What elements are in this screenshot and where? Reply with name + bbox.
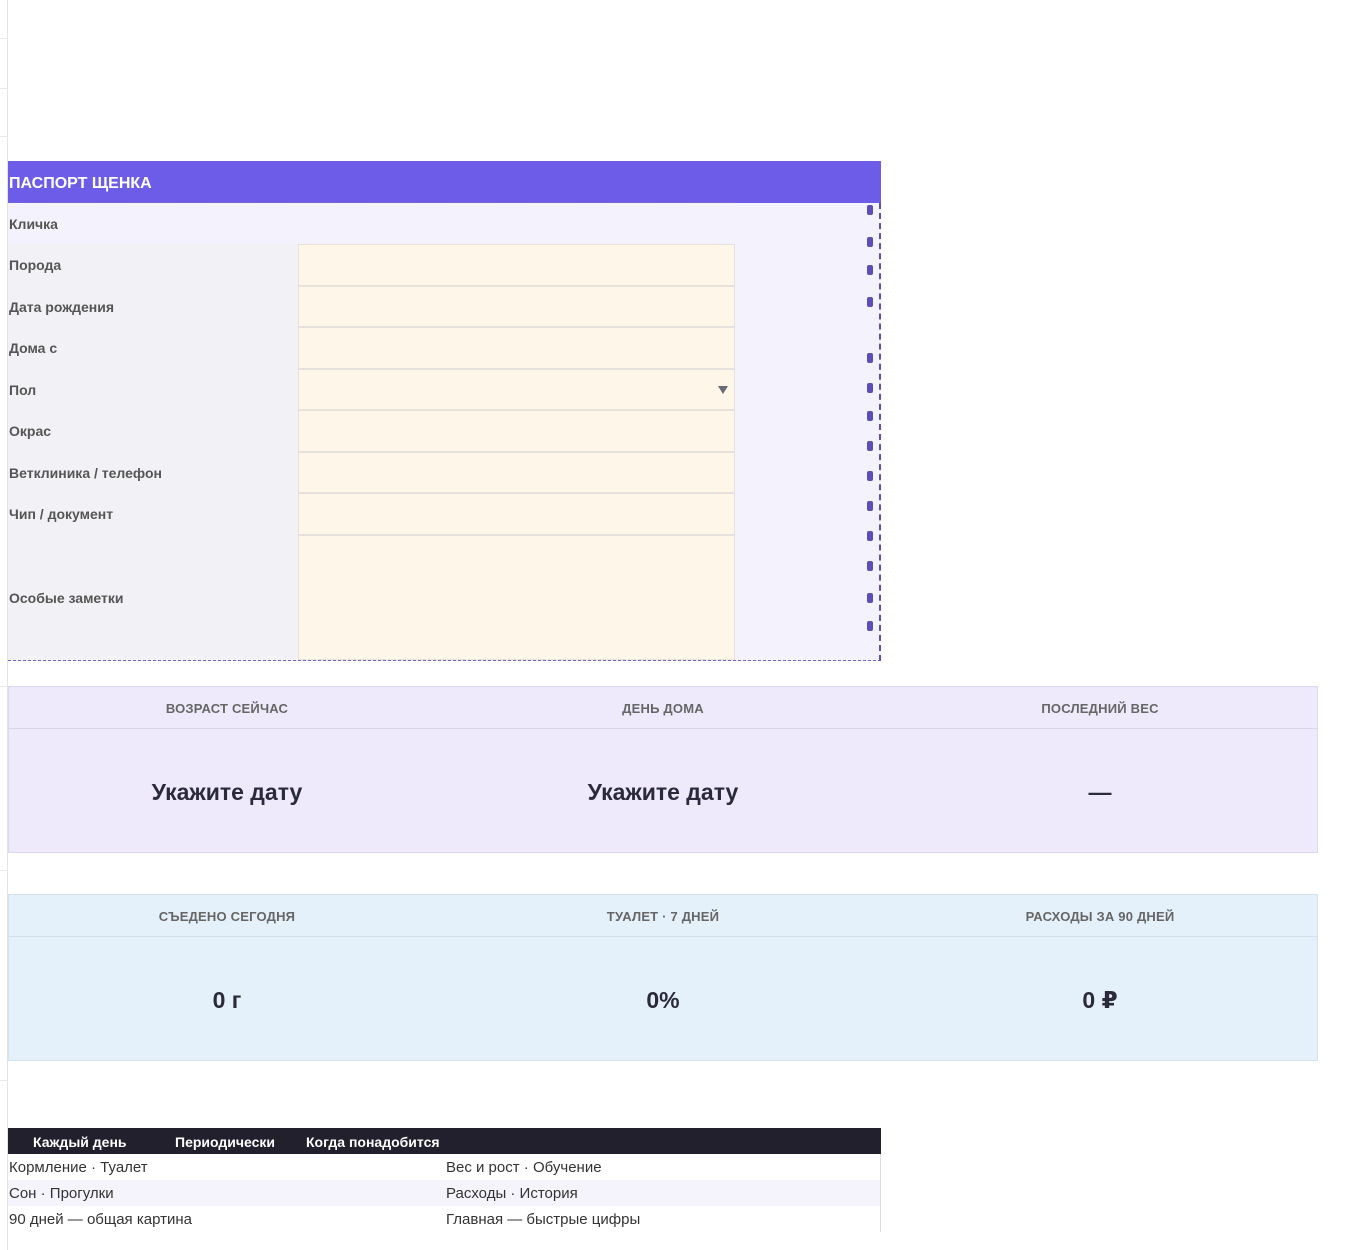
- navigation-table: Каждый день Периодически Когда понадобит…: [8, 1128, 881, 1232]
- kpi-value-toilet-7d: 0%: [646, 987, 680, 1013]
- clipped-side-text: [865, 205, 877, 660]
- kpi-label-eaten-today: СЪЕДЕНО СЕГОДНЯ: [158, 909, 296, 924]
- field-label-vet: Ветклиника / телефон: [8, 452, 298, 493]
- kpi-panel-daily: СЪЕДЕНО СЕГОДНЯ ТУАЛЕТ · 7 ДНЕЙ РАСХОДЫ …: [8, 894, 1318, 1061]
- row-gutter: [0, 0, 8, 1250]
- gutter-line: [0, 136, 8, 137]
- gutter-line: [0, 1080, 8, 1081]
- passport-title: ПАСПОРТ ЩЕНКА: [8, 161, 881, 203]
- kpi-label-day-home: ДЕНЬ ДОМА: [622, 701, 704, 716]
- field-label-home-since: Дома с: [8, 327, 298, 369]
- field-label-breed: Порода: [8, 244, 298, 286]
- passport-body: Кличка Порода Дата рождения Дома с Пол О…: [8, 202, 881, 661]
- vet-input[interactable]: [298, 452, 735, 493]
- kpi-label-expenses-90d: РАСХОДЫ ЗА 90 ДНЕЙ: [1025, 909, 1175, 924]
- field-label-notes: Особые заметки: [8, 535, 298, 660]
- chip-input[interactable]: [298, 493, 735, 535]
- field-row-chip: Чип / документ: [8, 493, 735, 535]
- breed-input[interactable]: [298, 244, 735, 286]
- nav-link-sleep-walks[interactable]: Сон · Прогулки: [9, 1180, 114, 1207]
- gutter-line: [0, 870, 8, 871]
- kpi-value-last-weight: —: [1088, 779, 1112, 805]
- nav-header-when-needed: Когда понадобится: [306, 1134, 440, 1150]
- field-row-vet: Ветклиника / телефон: [8, 452, 735, 493]
- field-label-birthdate: Дата рождения: [8, 286, 298, 327]
- kpi-value-expenses-90d: 0 ₽: [1082, 987, 1118, 1013]
- field-row-home-since: Дома с: [8, 327, 735, 369]
- nav-link-90-days[interactable]: 90 дней — общая картина: [9, 1206, 192, 1233]
- table-row: Кормление · Туалет Вес и рост · Обучение: [8, 1154, 881, 1180]
- kpi-panel-age: ВОЗРАСТ СЕЙЧАС ДЕНЬ ДОМА ПОСЛЕДНИЙ ВЕС У…: [8, 686, 1318, 853]
- nav-header-daily: Каждый день: [33, 1134, 127, 1150]
- puppy-passport: ПАСПОРТ ЩЕНКА Кличка Порода Дата рождени…: [8, 161, 881, 661]
- field-label-color: Окрас: [8, 410, 298, 452]
- gutter-line: [0, 88, 8, 89]
- home-since-input[interactable]: [298, 327, 735, 369]
- field-label-chip: Чип / документ: [8, 493, 298, 535]
- kpi-value-age: Укажите дату: [151, 779, 303, 805]
- kpi-label-toilet-7d: ТУАЛЕТ · 7 ДНЕЙ: [606, 909, 720, 924]
- field-row-color: Окрас: [8, 410, 735, 452]
- field-row-name: Кличка: [8, 203, 735, 244]
- field-row-birthdate: Дата рождения: [8, 286, 735, 327]
- nav-link-expenses-history[interactable]: Расходы · История: [446, 1180, 578, 1207]
- kpi-value-eaten-today: 0 г: [212, 987, 242, 1013]
- kpi-label-last-weight: ПОСЛЕДНИЙ ВЕС: [1041, 701, 1159, 716]
- field-row-notes: Особые заметки: [8, 535, 735, 660]
- gutter-line: [0, 38, 8, 39]
- field-label-name: Кличка: [9, 215, 58, 232]
- table-row: Сон · Прогулки Расходы · История: [8, 1180, 881, 1206]
- nav-link-main[interactable]: Главная — быстрые цифры: [446, 1206, 640, 1233]
- birthdate-input[interactable]: [298, 286, 735, 327]
- kpi-value-day-home: Укажите дату: [587, 779, 739, 805]
- navigation-header: Каждый день Периодически Когда понадобит…: [8, 1128, 881, 1154]
- field-row-breed: Порода: [8, 244, 735, 286]
- nav-header-periodic: Периодически: [175, 1134, 275, 1150]
- field-label-sex: Пол: [8, 369, 298, 410]
- color-input[interactable]: [298, 410, 735, 452]
- dropdown-arrow-icon[interactable]: [718, 385, 728, 394]
- nav-link-feeding-toilet[interactable]: Кормление · Туалет: [9, 1154, 148, 1181]
- table-row: 90 дней — общая картина Главная — быстры…: [8, 1206, 881, 1232]
- kpi-label-age: ВОЗРАСТ СЕЙЧАС: [165, 701, 289, 716]
- sex-dropdown[interactable]: [298, 369, 735, 410]
- notes-input[interactable]: [298, 535, 735, 660]
- gutter-line: [0, 686, 8, 687]
- field-row-sex: Пол: [8, 369, 735, 410]
- nav-link-weight-training[interactable]: Вес и рост · Обучение: [446, 1154, 602, 1181]
